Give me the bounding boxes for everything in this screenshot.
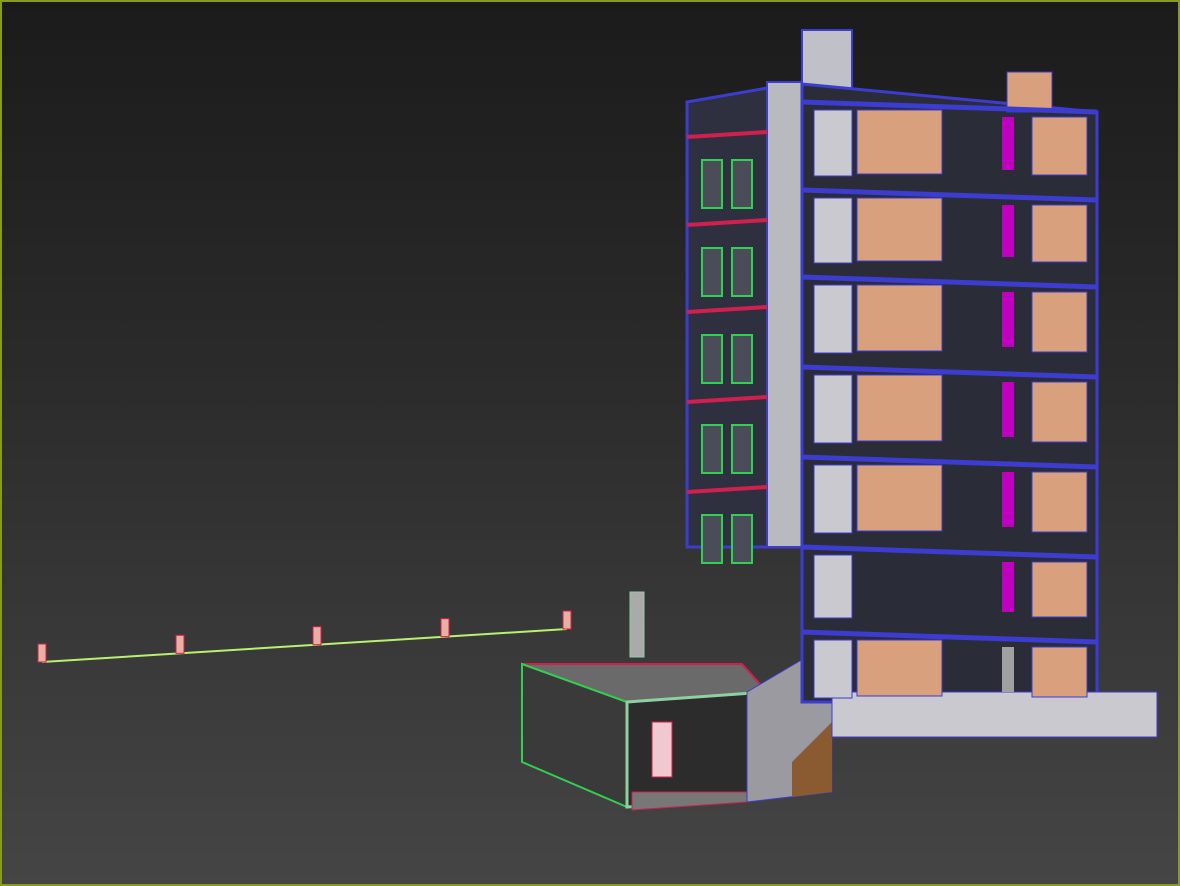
pipe bbox=[1002, 472, 1014, 527]
fence-post bbox=[175, 634, 185, 654]
window bbox=[701, 334, 723, 384]
pipe bbox=[1002, 382, 1014, 437]
brick-panel bbox=[856, 374, 943, 442]
pipe bbox=[1002, 647, 1014, 692]
brick-panel bbox=[1031, 204, 1088, 263]
pipe bbox=[1002, 562, 1014, 612]
fence-rail bbox=[41, 628, 568, 663]
brick-panel bbox=[1031, 291, 1088, 353]
wall-panel bbox=[813, 639, 853, 699]
brick-panel bbox=[1031, 381, 1088, 443]
brick-panel bbox=[1031, 116, 1088, 176]
fence-post bbox=[562, 610, 572, 630]
window bbox=[701, 514, 723, 564]
fence-post bbox=[312, 626, 322, 646]
window bbox=[731, 514, 753, 564]
wall-panel bbox=[813, 464, 853, 534]
window bbox=[731, 424, 753, 474]
brick-panel bbox=[1031, 561, 1088, 618]
building-main bbox=[685, 29, 1158, 738]
wall-panel bbox=[813, 284, 853, 354]
window bbox=[731, 159, 753, 209]
pipe bbox=[1002, 205, 1014, 257]
brick-panel bbox=[1031, 471, 1088, 533]
window bbox=[701, 159, 723, 209]
fence bbox=[37, 610, 572, 663]
brick-panel bbox=[856, 464, 943, 532]
brick-panel bbox=[856, 197, 943, 262]
brick-panel bbox=[1031, 646, 1088, 698]
window bbox=[731, 247, 753, 297]
brick-panel bbox=[856, 639, 943, 697]
fence-post bbox=[37, 643, 47, 663]
window bbox=[701, 424, 723, 474]
pipe bbox=[1002, 117, 1014, 170]
fence-post bbox=[440, 618, 450, 638]
window bbox=[701, 247, 723, 297]
wall-panel bbox=[813, 374, 853, 444]
wall-panel bbox=[813, 197, 853, 264]
3d-viewport[interactable] bbox=[0, 0, 1180, 886]
pipe bbox=[1002, 292, 1014, 347]
window bbox=[731, 334, 753, 384]
wall-panel bbox=[813, 554, 853, 619]
wall-panel bbox=[813, 109, 853, 177]
building-model[interactable] bbox=[2, 2, 1180, 886]
brick-panel bbox=[856, 284, 943, 352]
brick-panel bbox=[856, 109, 943, 175]
